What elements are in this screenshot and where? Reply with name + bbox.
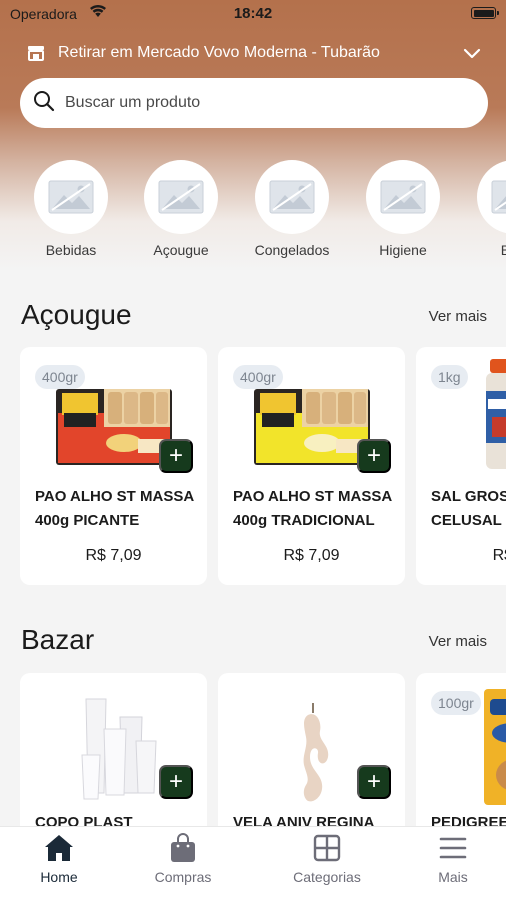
- chevron-down-icon: [462, 43, 482, 68]
- plus-icon: +: [366, 768, 381, 795]
- tab-categorias[interactable]: Categorias: [272, 833, 382, 885]
- category-biscoitos[interactable]: Bisc: [459, 160, 506, 258]
- plus-icon: +: [366, 442, 381, 469]
- tab-mais[interactable]: Mais: [398, 833, 506, 885]
- product-card[interactable]: + COPO PLAST: [20, 673, 207, 826]
- product-image: [484, 689, 506, 805]
- category-label: Higiene: [379, 242, 427, 258]
- product-card[interactable]: 100gr PEDIGREE: [416, 673, 506, 826]
- product-row-acougue: 400gr + PAO ALHO ST MASSA 400g PICANTE R…: [0, 347, 506, 585]
- category-label: Açougue: [153, 242, 209, 258]
- tab-label: Mais: [438, 869, 468, 885]
- product-image: [80, 695, 160, 800]
- tab-compras[interactable]: Compras: [128, 833, 238, 885]
- status-bar: Operadora 18:42: [0, 0, 506, 28]
- category-image-placeholder-icon: [34, 160, 108, 234]
- product-name: COPO PLAST: [35, 814, 133, 826]
- product-image: [54, 383, 174, 467]
- section-title-acougue: Açougue: [21, 299, 132, 330]
- category-label: Bisc: [500, 242, 506, 258]
- tab-home[interactable]: Home: [4, 833, 114, 885]
- add-to-cart-button[interactable]: +: [159, 765, 193, 799]
- add-to-cart-button[interactable]: +: [159, 439, 193, 473]
- store-icon: [26, 43, 46, 63]
- see-more-link-bazar[interactable]: Ver mais: [429, 633, 487, 650]
- product-price: R$ 7,09: [283, 547, 340, 564]
- search-input[interactable]: [65, 94, 445, 112]
- tab-label: Categorias: [293, 869, 361, 885]
- tab-label: Compras: [154, 869, 212, 885]
- category-acougue[interactable]: Açougue: [126, 160, 236, 258]
- product-price: R$ 7,09: [85, 547, 142, 564]
- product-price: R$ 7: [492, 547, 506, 564]
- category-image-placeholder-icon: [366, 160, 440, 234]
- product-card[interactable]: 1kg SAL GROSSO CELUSAL R$ 7: [416, 347, 506, 585]
- category-carousel[interactable]: Bebidas Açougue Congelados Higiene Bisc: [0, 160, 506, 265]
- product-image: [252, 383, 372, 467]
- battery-icon: [471, 7, 499, 19]
- category-label: Bebidas: [45, 242, 97, 258]
- add-to-cart-button[interactable]: +: [357, 439, 391, 473]
- section-title-bazar: Bazar: [21, 624, 95, 655]
- product-image: [484, 359, 506, 469]
- product-card[interactable]: 400gr + PAO ALHO ST MASSA 400g PICANTE R…: [20, 347, 207, 585]
- product-image: [296, 701, 340, 805]
- product-card[interactable]: 400gr + PAO ALHO ST MASSA 400g TRADICION…: [218, 347, 405, 585]
- product-name: SAL GROSSO CELUSAL: [431, 488, 506, 529]
- search-bar[interactable]: [20, 78, 488, 128]
- bottom-tab-bar: Home Compras Categorias Mais: [0, 826, 506, 900]
- category-image-placeholder-icon: [144, 160, 218, 234]
- menu-icon: [398, 833, 506, 863]
- grid-icon: [272, 833, 382, 863]
- category-image-placeholder-icon: [477, 160, 506, 234]
- see-more-link-acougue[interactable]: Ver mais: [429, 308, 487, 325]
- plus-icon: +: [168, 442, 183, 469]
- home-icon: [4, 833, 114, 863]
- tab-label: Home: [40, 869, 78, 885]
- product-name: VELA ANIV REGINA: [233, 814, 375, 826]
- product-name: PAO ALHO ST MASSA 400g TRADICIONAL: [233, 488, 392, 529]
- add-to-cart-button[interactable]: +: [357, 765, 391, 799]
- weight-badge: 1kg: [431, 365, 468, 389]
- clock: 18:42: [233, 5, 273, 22]
- product-row-bazar: + COPO PLAST + VELA ANIV REGINA 100gr PE…: [0, 673, 506, 826]
- category-label: Congelados: [254, 242, 330, 258]
- category-congelados[interactable]: Congelados: [237, 160, 347, 258]
- category-bebidas[interactable]: Bebidas: [16, 160, 126, 258]
- product-name: PAO ALHO ST MASSA 400g PICANTE: [35, 488, 194, 529]
- category-image-placeholder-icon: [255, 160, 329, 234]
- product-name: PEDIGREE: [431, 814, 506, 826]
- search-icon: [33, 90, 55, 117]
- product-card[interactable]: + VELA ANIV REGINA: [218, 673, 405, 826]
- weight-badge: 100gr: [431, 691, 481, 715]
- bag-icon: [128, 833, 238, 863]
- pickup-location-label: Retirar em Mercado Vovo Moderna - Tubarã…: [58, 44, 380, 61]
- category-higiene[interactable]: Higiene: [348, 160, 458, 258]
- pickup-location-selector[interactable]: Retirar em Mercado Vovo Moderna - Tubarã…: [26, 40, 486, 66]
- plus-icon: +: [168, 768, 183, 795]
